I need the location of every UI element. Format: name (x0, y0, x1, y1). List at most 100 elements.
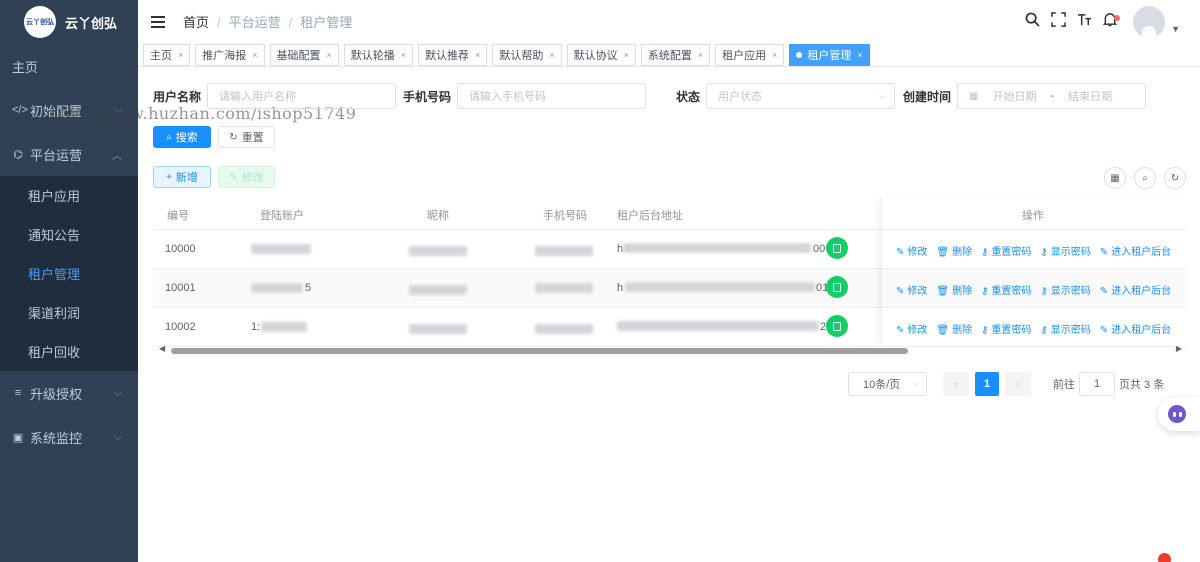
sidebar-item-tenant-recycle[interactable]: 租户回收 (0, 332, 138, 371)
enter-backend-link[interactable]: ✎ 进入租户后台 (1100, 243, 1171, 258)
tags-view: 主页 × 推广海报 × 基础配置 × 默认轮播 × 默认推荐 × 默认帮助 × 默认协议 × … (138, 43, 1200, 67)
sidebar-item-initial-config[interactable]: </> 初始配置 ⌵ (0, 88, 138, 132)
tag-system-config[interactable]: 系统配置 × (640, 43, 711, 66)
scrollbar-thumb[interactable] (171, 348, 908, 354)
hamburger-icon[interactable] (151, 13, 165, 31)
search-button[interactable]: ⌕ 搜索 (153, 126, 211, 148)
close-icon[interactable]: × (178, 50, 183, 60)
close-icon[interactable]: × (857, 50, 862, 60)
goto-page-input[interactable]: 1 (1079, 372, 1115, 396)
floating-red-dot[interactable] (1158, 553, 1171, 562)
tag-default-carousel[interactable]: 默认轮播 × (343, 43, 414, 66)
edit-icon: ✎ (1099, 325, 1109, 336)
breadcrumb: 首页 / 平台运营 / 租户管理 (183, 15, 353, 30)
cell-url-start: h (617, 282, 624, 294)
logo[interactable]: 云丫创弘 云丫创弘 (0, 0, 138, 44)
tag-tenant-apps[interactable]: 租户应用 × (715, 43, 785, 66)
close-icon[interactable]: × (475, 50, 480, 60)
copy-button[interactable] (826, 276, 848, 298)
add-button[interactable]: + 新增 (153, 166, 211, 188)
tag-promo-poster[interactable]: 推广海报 × (195, 43, 265, 66)
sidebar-item-platform-ops[interactable]: ⌬ 平台运营 ︿ (0, 132, 138, 176)
edit-link[interactable]: ✎ 修改 (896, 321, 927, 336)
sidebar-item-system-monitor[interactable]: ▣ 系统监控 ⌵ (0, 415, 138, 459)
delete-link[interactable]: 🗑 删除 (936, 321, 972, 336)
tag-home[interactable]: 主页 × (143, 43, 191, 66)
avatar[interactable] (1133, 5, 1166, 38)
search-icon[interactable]: ⌕ (1134, 167, 1156, 189)
status-select[interactable]: 用户状态 ⌵ (706, 83, 895, 109)
edit-link[interactable]: ✎ 修改 (896, 243, 927, 258)
key-icon: ⚷ (1040, 247, 1048, 258)
close-icon[interactable]: × (549, 50, 554, 60)
phone-input[interactable]: 请输入手机号码 (457, 83, 646, 109)
chevron-down-icon: ⌵ (114, 387, 122, 399)
scroll-right-arrow[interactable]: ▶ (1176, 344, 1182, 353)
show-password-link[interactable]: ⚷ 显示密码 (1040, 243, 1090, 258)
horizontal-scrollbar[interactable]: ◀ ▶ (153, 344, 1186, 356)
reset-password-link[interactable]: ⚷ 重置密码 (981, 321, 1031, 336)
grid-icon[interactable]: ▦ (1104, 167, 1126, 189)
close-icon[interactable]: × (401, 50, 406, 60)
cell-account: 1: (251, 321, 261, 333)
close-icon[interactable]: × (624, 50, 629, 60)
username-input[interactable]: 请输入用户名称 (207, 83, 396, 109)
tag-basic-config[interactable]: 基础配置 × (269, 43, 339, 66)
sidebar-item-upgrade-license[interactable]: ≡ 升级授权 ⌵ (0, 371, 138, 415)
enter-backend-link[interactable]: ✎ 进入租户后台 (1100, 321, 1171, 336)
delete-link[interactable]: 🗑 删除 (936, 282, 972, 297)
tag-label: 系统配置 (647, 49, 692, 62)
chatbot-launcher[interactable] (1158, 397, 1200, 431)
close-icon[interactable]: × (698, 50, 703, 60)
copy-button[interactable] (826, 315, 848, 337)
action-label: 显示密码 (1050, 286, 1091, 297)
font-size-icon[interactable] (1071, 12, 1097, 31)
reset-password-link[interactable]: ⚷ 重置密码 (981, 282, 1031, 297)
sidebar-item-tenant-apps[interactable]: 租户应用 (0, 176, 138, 215)
bell-icon[interactable] (1097, 12, 1123, 31)
sidebar-item-notices[interactable]: 通知公告 (0, 215, 138, 254)
edit-link[interactable]: ✎ 修改 (896, 282, 927, 297)
reset-button[interactable]: ↻ 重置 (218, 126, 275, 148)
search-icon[interactable] (1019, 12, 1045, 31)
fullscreen-icon[interactable] (1045, 12, 1071, 31)
breadcrumb-item[interactable]: 首页 (183, 15, 209, 30)
copy-icon (833, 321, 841, 331)
tag-tenant-manage[interactable]: 租户管理 × (789, 43, 870, 66)
goto-label: 前往 (1053, 379, 1075, 391)
close-icon[interactable]: × (327, 50, 332, 60)
prev-page-button[interactable]: ‹ (943, 372, 969, 396)
breadcrumb-item[interactable]: 平台运营 (229, 15, 281, 30)
edit-button[interactable]: ✎ 修改 (218, 166, 275, 188)
reset-password-link[interactable]: ⚷ 重置密码 (981, 243, 1031, 258)
close-icon[interactable]: × (252, 50, 257, 60)
copy-button[interactable] (826, 237, 848, 259)
column-header: 租户后台地址 (617, 210, 683, 222)
tag-default-agreement[interactable]: 默认协议 × (566, 43, 636, 66)
sidebar-item-channel-profit[interactable]: 渠道利润 (0, 293, 138, 332)
enter-backend-link[interactable]: ✎ 进入租户后台 (1100, 282, 1171, 297)
redacted-phone (535, 246, 593, 256)
refresh-icon[interactable]: ↻ (1164, 167, 1186, 189)
placeholder: 用户状态 (718, 91, 762, 103)
next-page-button[interactable]: › (1005, 372, 1031, 396)
date-range-picker[interactable]: ▦ 开始日期 - 结束日期 (957, 83, 1146, 109)
caret-down-icon[interactable]: ▼ (1171, 24, 1180, 34)
cell-url-end: 00 (813, 243, 826, 255)
show-password-link[interactable]: ⚷ 显示密码 (1040, 282, 1090, 297)
column-header: 手机号码 (543, 210, 587, 222)
close-icon[interactable]: × (772, 50, 777, 60)
tag-label: 推广海报 (202, 49, 247, 62)
sidebar-item-tenant-manage[interactable]: 租户管理 (0, 254, 138, 293)
show-password-link[interactable]: ⚷ 显示密码 (1040, 321, 1090, 336)
sidebar-item-home[interactable]: 主页 (0, 44, 138, 88)
delete-link[interactable]: 🗑 删除 (936, 243, 972, 258)
page-number-active[interactable]: 1 (975, 372, 999, 396)
tag-default-help[interactable]: 默认帮助 × (492, 43, 562, 66)
page-size-select[interactable]: 10条/页 ⌵ (848, 372, 927, 396)
sidebar-item-label: 初始配置 (30, 103, 83, 119)
cell-id: 10000 (165, 243, 196, 255)
scroll-left-arrow[interactable]: ◀ (159, 344, 165, 353)
tag-default-recommend[interactable]: 默认推荐 × (418, 43, 488, 66)
cell-account: 5 (305, 282, 312, 294)
